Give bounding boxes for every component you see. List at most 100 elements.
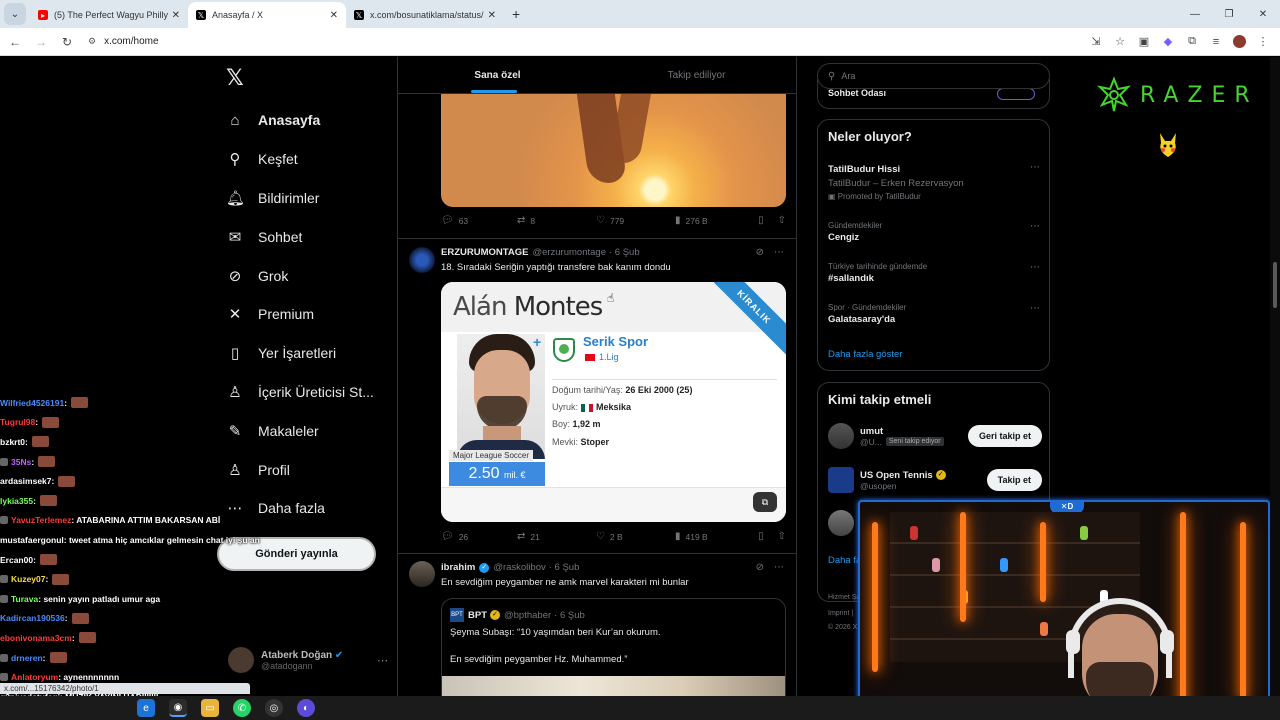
- more-icon[interactable]: ⋯: [1030, 262, 1040, 273]
- like-button[interactable]: ♡ 2 B: [596, 531, 675, 542]
- tab-for-you[interactable]: Sana özel: [398, 57, 597, 93]
- grok-icon[interactable]: ⊘: [756, 247, 764, 258]
- chat-message: 35Ns :: [0, 452, 300, 472]
- nav-item-bell[interactable]: 🔔︎ Bildirimler: [226, 179, 374, 218]
- more-icon[interactable]: ⋯: [774, 247, 784, 258]
- share-icon[interactable]: ⇧: [778, 531, 786, 542]
- footer-link[interactable]: Imprint |: [828, 610, 853, 617]
- site-info-icon[interactable]: ⚙: [88, 36, 96, 47]
- tweet-time[interactable]: · 6 Şub: [549, 562, 580, 573]
- share-icon[interactable]: ⇧: [778, 215, 786, 226]
- close-tab-icon[interactable]: ✕: [330, 10, 338, 21]
- chrome-icon[interactable]: ◉: [169, 699, 187, 717]
- close-tab-icon[interactable]: ✕: [172, 10, 180, 21]
- trend-item[interactable]: Gündemdekiler Cengiz ⋯: [828, 221, 1040, 243]
- tab-following[interactable]: Takip ediliyor: [597, 57, 796, 93]
- tweet-image[interactable]: [441, 93, 786, 207]
- youtube-icon: ▸: [38, 10, 48, 20]
- avatar[interactable]: [409, 561, 435, 587]
- views-button[interactable]: ▮ 276 B: [675, 215, 747, 226]
- trend-item[interactable]: Spor · Gündemdekiler Galatasaray'da ⋯: [828, 303, 1040, 325]
- back-arrow-icon[interactable]: ←: [4, 35, 26, 49]
- chat-text: :: [33, 554, 36, 565]
- new-tab-icon[interactable]: +: [512, 6, 520, 22]
- repost-count: 8: [530, 215, 536, 226]
- author-handle[interactable]: @erzurumontage: [532, 247, 606, 258]
- nav-item-mail[interactable]: ✉ Sohbet: [226, 217, 374, 256]
- turkey-flag-icon: [585, 353, 595, 361]
- join-pill[interactable]: [997, 88, 1035, 100]
- bookmark-icon[interactable]: ▯: [758, 531, 764, 542]
- follow-button[interactable]: Takip et: [986, 469, 1042, 491]
- pikachu-mascot-icon: [1160, 133, 1176, 157]
- more-icon[interactable]: ⋯: [774, 562, 784, 573]
- grok-icon[interactable]: ⊘: [756, 562, 764, 573]
- repost-button[interactable]: ⇄ 21: [517, 531, 596, 542]
- reload-icon[interactable]: ↻: [56, 35, 78, 49]
- search-input[interactable]: ⚲ Ara: [817, 63, 1050, 89]
- follow-suggestion[interactable]: US Open Tennis ✓ @usopen Takip et: [828, 467, 1042, 493]
- extension-icon[interactable]: ▣: [1137, 35, 1151, 48]
- whatsapp-icon[interactable]: ✆: [233, 699, 251, 717]
- reply-button[interactable]: 💬︎ 26: [441, 531, 517, 542]
- more-icon[interactable]: ⋯: [377, 654, 388, 667]
- edge-icon[interactable]: e: [137, 699, 155, 717]
- media-icon[interactable]: ≡: [1209, 36, 1223, 48]
- bookmark-icon[interactable]: ▯: [758, 215, 764, 226]
- url-field[interactable]: ⚙ x.com/home: [88, 31, 1089, 53]
- install-app-icon[interactable]: ⇲: [1089, 35, 1103, 48]
- views-button[interactable]: ▮ 419 B: [675, 531, 747, 542]
- show-more-link[interactable]: Daha fazla göster: [828, 349, 902, 360]
- footer-link[interactable]: Hizmet Şa: [828, 594, 860, 601]
- tweet-time[interactable]: · 6 Şub: [609, 247, 640, 258]
- forward-arrow-icon[interactable]: →: [30, 35, 52, 49]
- page-scrollbar[interactable]: [1270, 57, 1280, 696]
- close-tab-icon[interactable]: ✕: [488, 10, 496, 21]
- transfer-card-image[interactable]: Alán Montes ☝ KİRALIK + Major League Soc…: [441, 282, 786, 522]
- browser-menu-icon[interactable]: ⋮: [1256, 35, 1270, 48]
- author-name[interactable]: ERZURUMONTAGE: [441, 247, 528, 258]
- image-options-icon[interactable]: ⧉: [753, 492, 777, 512]
- reply-button[interactable]: 💬︎ 63: [441, 215, 517, 226]
- more-icon[interactable]: ⋯: [1030, 221, 1040, 232]
- follow-back-button[interactable]: Geri takip et: [967, 425, 1042, 447]
- trend-item[interactable]: Türkiye tarihinde gündemde #sallandık ⋯: [828, 262, 1040, 284]
- minimize-icon[interactable]: —: [1178, 9, 1212, 20]
- nav-item-grok[interactable]: ⊘ Grok: [226, 256, 374, 295]
- author-name[interactable]: ibrahim: [441, 562, 475, 573]
- more-icon[interactable]: ⋯: [1030, 303, 1040, 314]
- author-handle[interactable]: @raskolibov: [493, 562, 545, 573]
- chat-emote-icon: [71, 612, 89, 624]
- nav-item-search[interactable]: ⚲ Keşfet: [226, 140, 374, 179]
- scrollbar-thumb[interactable]: [1273, 262, 1277, 308]
- discord-icon[interactable]: ◐: [297, 699, 315, 717]
- profile-avatar[interactable]: [1233, 35, 1246, 48]
- restore-icon[interactable]: ❐: [1212, 9, 1246, 20]
- x-logo-icon[interactable]: 𝕏: [226, 65, 244, 91]
- obs-icon[interactable]: ◎: [265, 699, 283, 717]
- puzzle-extensions-icon[interactable]: ⧉: [1185, 35, 1199, 48]
- more-icon[interactable]: ⋯: [1030, 162, 1040, 173]
- like-button[interactable]: ♡ 779: [596, 215, 675, 226]
- show-more-link[interactable]: Daha fa: [828, 555, 861, 566]
- nav-item-bookmark[interactable]: ▯ Yer İşaretleri: [226, 334, 374, 373]
- tab-search-dropdown[interactable]: ⌄: [4, 3, 26, 25]
- reply-count: 26: [458, 531, 469, 542]
- chat-message: Tugrul98 :: [0, 413, 300, 433]
- nav-item-x-premium[interactable]: ✕ Premium: [226, 295, 374, 334]
- browser-tab-x-status[interactable]: 𝕏 x.com/bosunatiklama/status/20 ✕: [346, 2, 504, 28]
- us-open-logo-icon: [828, 467, 854, 493]
- nav-item-home[interactable]: ⌂ Anasayfa: [226, 101, 374, 140]
- bookmark-star-icon[interactable]: ☆: [1113, 35, 1127, 48]
- tweet-divider: [398, 553, 796, 554]
- avatar[interactable]: [409, 247, 435, 273]
- ai-assistant-icon[interactable]: ◆: [1161, 35, 1175, 48]
- repost-button[interactable]: ⇄ 8: [517, 215, 596, 226]
- browser-tab-x-home[interactable]: 𝕏 Anasayfa / X ✕: [188, 2, 346, 28]
- trend-item[interactable]: TatilBudur Hissi TatilBudur – Erken Reze…: [828, 162, 1040, 201]
- follow-suggestion[interactable]: umut @U... Seni takip ediyor Geri takip e…: [828, 423, 1042, 449]
- like-count: 2 B: [609, 531, 623, 542]
- browser-tab-youtube[interactable]: ▸ (5) The Perfect Wagyu Philly Ch ✕: [30, 2, 188, 28]
- folder-icon[interactable]: ▭: [201, 699, 219, 717]
- close-window-icon[interactable]: ✕: [1246, 9, 1280, 20]
